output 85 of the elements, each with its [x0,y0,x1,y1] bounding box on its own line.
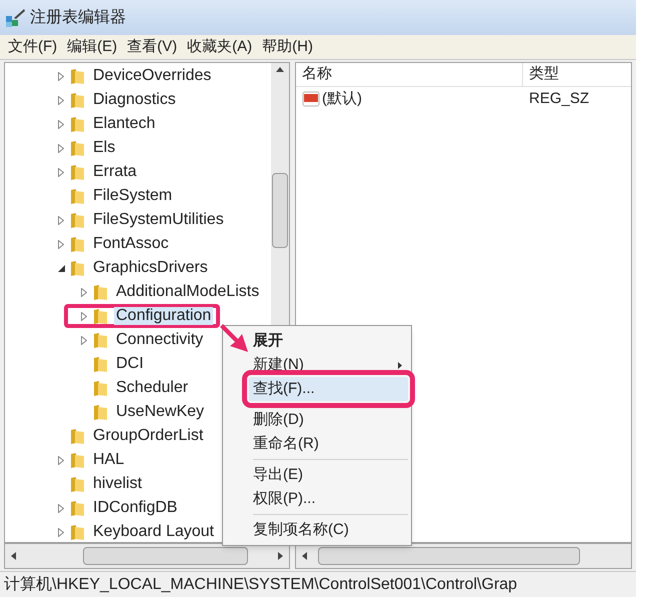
collapsed-icon[interactable] [81,336,87,344]
collapsed-icon[interactable] [58,96,64,104]
folder-icon [69,139,87,157]
scroll-left-icon[interactable] [11,552,16,560]
scroll-right-icon[interactable] [278,552,283,560]
collapsed-icon[interactable] [58,144,64,152]
folder-icon [69,475,87,493]
folder-icon [92,283,110,301]
horizontal-scrollbar[interactable] [295,543,632,569]
context-menu-item[interactable]: 复制项名称(C) [249,518,408,542]
context-menu-item[interactable]: 查找(F)... [249,377,408,401]
tree-item[interactable]: Keyboard Layout [91,523,216,541]
collapsed-icon[interactable] [81,288,87,296]
context-menu-item[interactable]: 删除(D) [249,408,408,432]
menu-item[interactable]: 帮助(H) [262,36,313,58]
folder-icon [69,451,87,469]
folder-icon [69,91,87,109]
collapsed-icon[interactable] [58,528,64,536]
collapsed-icon[interactable] [58,120,64,128]
folder-icon [69,259,87,277]
scroll-left-icon[interactable] [302,552,307,560]
registry-app-icon [4,8,26,28]
tree-item[interactable]: UseNewKey [114,403,206,421]
menu-item[interactable]: 查看(V) [127,36,178,58]
collapsed-icon[interactable] [58,72,64,80]
tree-item[interactable]: GroupOrderList [91,427,206,445]
tree-item[interactable]: Configuration [114,307,214,325]
value-name[interactable]: (默认) [322,88,362,110]
folder-icon [69,115,87,133]
tree-item[interactable]: GraphicsDrivers [91,259,210,277]
column-header[interactable]: 类型 [523,63,631,86]
tree-item[interactable]: FontAssoc [91,235,171,253]
context-menu-item[interactable]: 权限(P)... [249,487,408,511]
folder-icon [69,163,87,181]
tree-item[interactable]: HAL [91,451,126,469]
expanded-icon[interactable] [58,264,64,272]
menu-item[interactable]: 文件(F) [8,36,58,58]
folder-icon [69,427,87,445]
column-header[interactable]: 名称 [296,63,523,86]
window-title: 注册表编辑器 [30,8,126,28]
tree-item[interactable]: Elantech [91,115,158,133]
tree-item[interactable]: Scheduler [114,379,190,397]
folder-icon [69,499,87,517]
tree-item[interactable]: DeviceOverrides [91,67,214,85]
folder-icon [92,307,110,325]
tree-item[interactable]: FileSystem [91,187,174,205]
folder-icon [92,355,110,373]
context-menu-item[interactable]: 展开 [249,329,408,353]
tree-item[interactable]: FileSystemUtilities [91,211,226,229]
scrollbar-thumb[interactable] [318,547,580,565]
scrollbar-thumb[interactable] [83,547,248,565]
scrollbar-thumb[interactable] [272,173,288,248]
collapsed-icon[interactable] [58,216,64,224]
menu-item[interactable]: 编辑(E) [67,36,118,58]
menu-item[interactable]: 收藏夹(A) [187,36,252,58]
string-value-icon [302,91,320,107]
tree-item[interactable]: Els [91,139,118,157]
horizontal-scrollbar[interactable] [4,543,290,569]
collapsed-icon[interactable] [58,240,64,248]
folder-icon [69,187,87,205]
callout-arrow [220,324,248,352]
tree-item[interactable]: Errata [91,163,139,181]
collapsed-icon[interactable] [58,504,64,512]
tree-item[interactable]: AdditionalModeLists [114,283,262,301]
value-type: REG_SZ [528,88,590,109]
tree-item[interactable]: IDConfigDB [91,499,180,517]
collapsed-icon[interactable] [58,168,64,176]
folder-icon [92,403,110,421]
context-menu-item[interactable]: 重命名(R) [249,432,408,456]
folder-icon [69,67,87,85]
collapsed-icon[interactable] [81,312,87,320]
tree-item[interactable]: hivelist [91,475,144,493]
tree-item[interactable]: Connectivity [114,331,206,349]
folder-icon [69,211,87,229]
scroll-up-icon[interactable] [276,67,284,72]
registry-path: 计算机\HKEY_LOCAL_MACHINE\SYSTEM\ControlSet001\Control\Grap [4,574,518,594]
tree-item[interactable]: DCI [114,355,146,373]
folder-icon [92,331,110,349]
collapsed-icon[interactable] [58,456,64,464]
context-menu-item[interactable]: 导出(E) [249,463,408,487]
tree-item[interactable]: Diagnostics [91,91,178,109]
folder-icon [69,235,87,253]
folder-icon [92,379,110,397]
folder-icon [69,523,87,541]
submenu-arrow-icon [398,362,402,368]
